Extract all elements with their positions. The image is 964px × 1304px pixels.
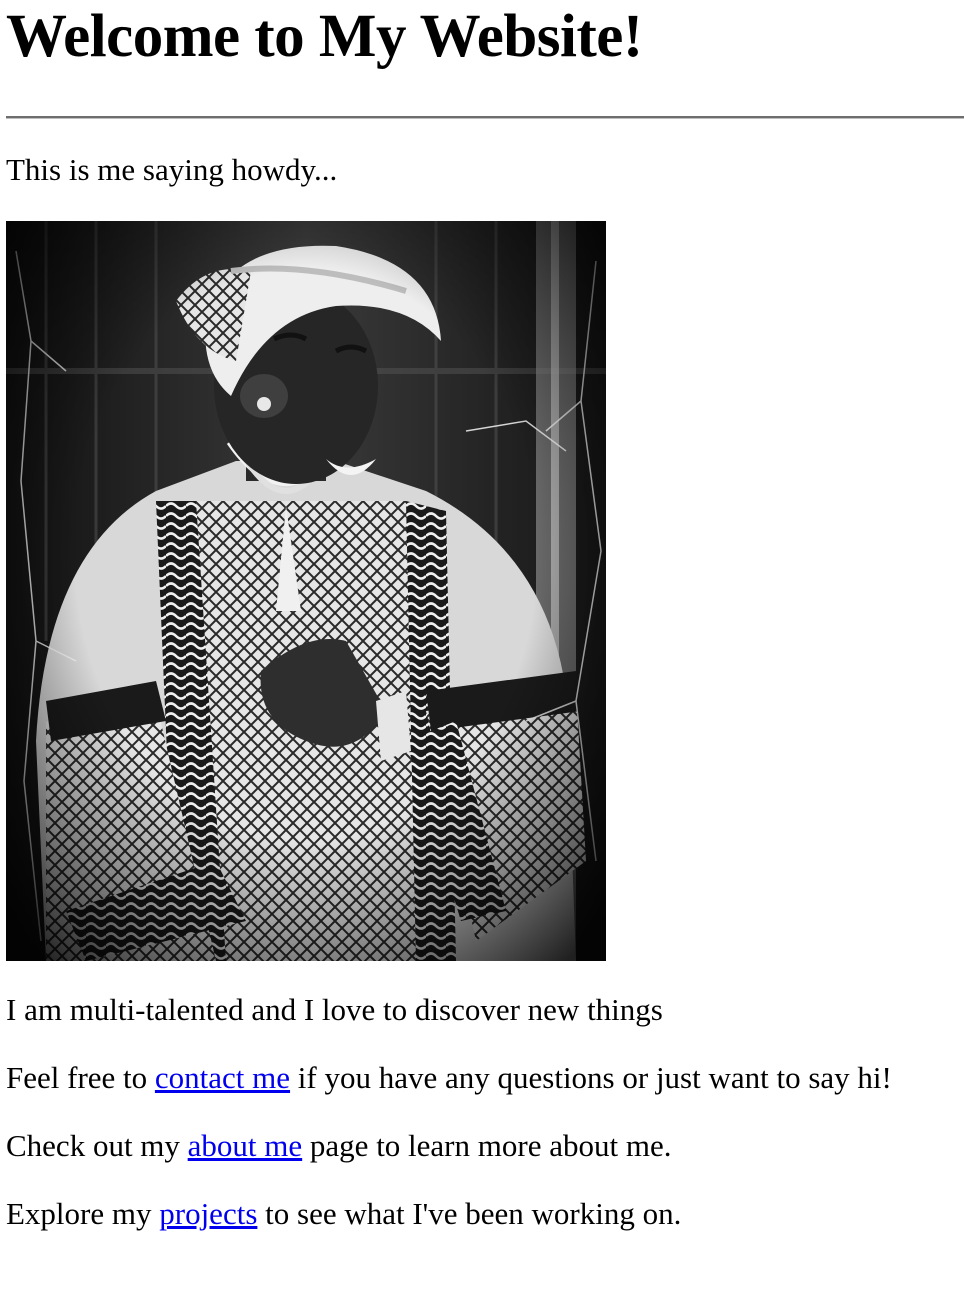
about-text-after: page to learn more about me. bbox=[302, 1128, 672, 1163]
profile-photo bbox=[6, 221, 606, 961]
projects-text-before: Explore my bbox=[6, 1196, 160, 1231]
page-content: Welcome to My Website! This is me saying… bbox=[6, 0, 964, 1231]
contact-text-before: Feel free to bbox=[6, 1060, 155, 1095]
about-me-link[interactable]: about me bbox=[188, 1128, 303, 1163]
intro-text: This is me saying howdy... bbox=[6, 152, 338, 187]
about-paragraph: Check out my about me page to learn more… bbox=[6, 1128, 671, 1164]
contact-me-link[interactable]: contact me bbox=[155, 1060, 290, 1095]
projects-text-after: to see what I've been working on. bbox=[257, 1196, 682, 1231]
profile-photo-illustration bbox=[6, 221, 606, 961]
about-text-before: Check out my bbox=[6, 1128, 188, 1163]
page-title: Welcome to My Website! bbox=[6, 3, 643, 70]
contact-text-after: if you have any questions or just want t… bbox=[290, 1060, 892, 1095]
contact-paragraph: Feel free to contact me if you have any … bbox=[6, 1060, 892, 1096]
horizontal-divider bbox=[6, 116, 964, 119]
tagline-text: I am multi-talented and I love to discov… bbox=[6, 992, 663, 1027]
projects-link[interactable]: projects bbox=[159, 1196, 257, 1231]
projects-paragraph: Explore my projects to see what I've bee… bbox=[6, 1196, 681, 1232]
